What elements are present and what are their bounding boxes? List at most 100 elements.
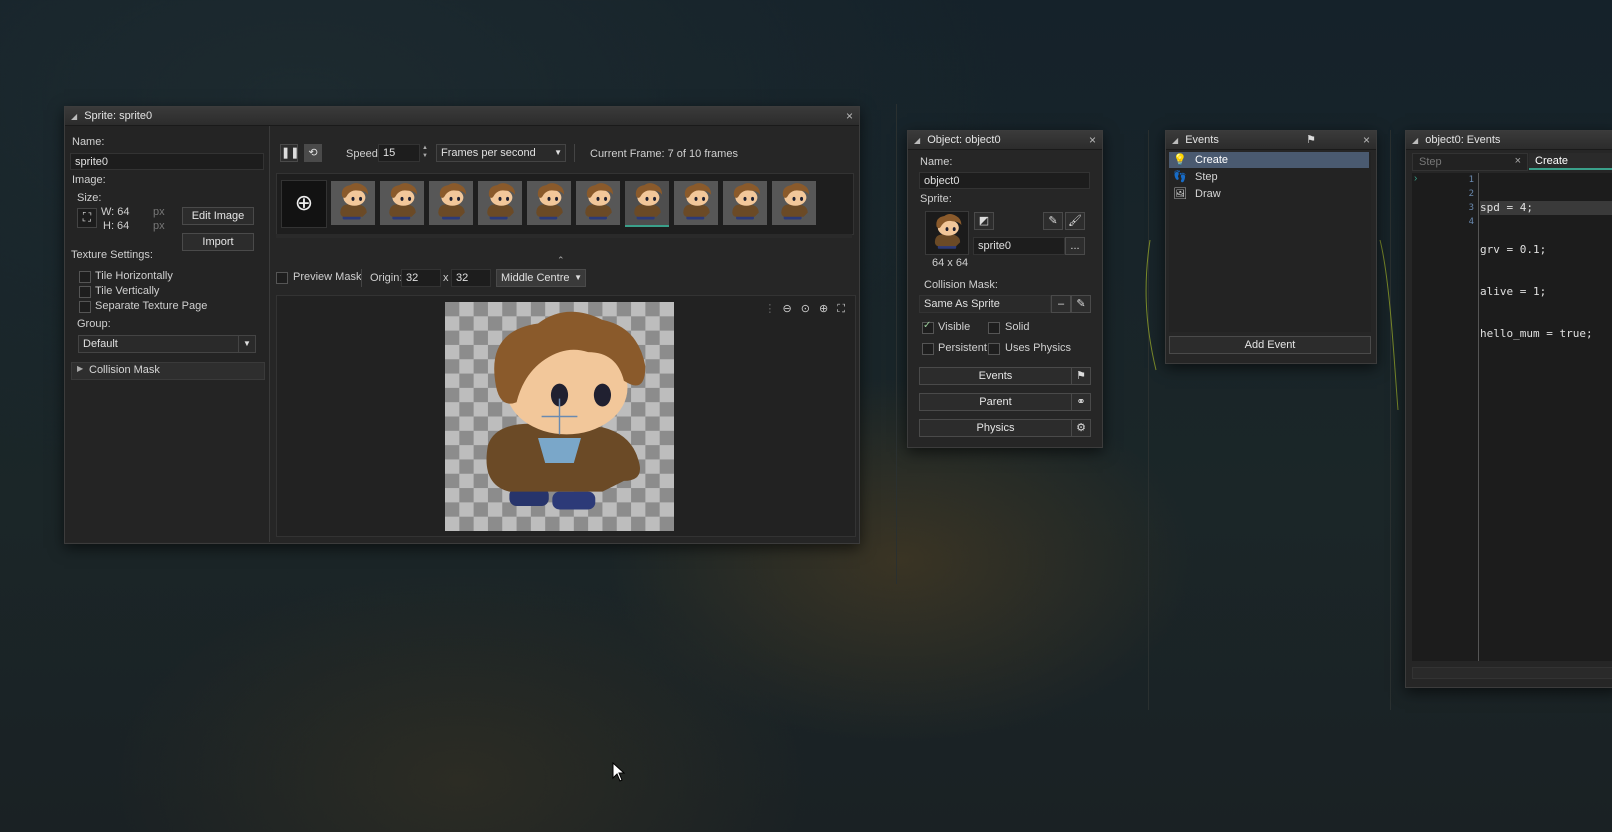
close-icon[interactable]: × [1089,131,1096,149]
frame-thumbnail[interactable] [625,181,669,227]
sprite-thumbnail[interactable] [925,211,969,255]
collapse-icon[interactable]: ◢ [1172,136,1178,145]
zoom-out-icon[interactable]: ⊖ [782,303,791,315]
resize-icon[interactable]: ⛶ [77,208,97,228]
code-area[interactable]: › 1 2 3 4 spd = 4; grv = 0.1; alive = 1;… [1412,173,1612,661]
name-label: Name: [72,136,105,148]
code-editor-titlebar[interactable]: ◢ object0: Events [1406,131,1612,150]
object-name-input[interactable]: object0 [919,172,1090,189]
paint-brush-icon[interactable]: 🖌 [1065,212,1085,230]
collision-edit-icon[interactable]: ✎ [1071,295,1091,313]
collapse-icon[interactable]: ◢ [1412,136,1418,145]
solid-checkbox[interactable] [988,322,1000,334]
origin-label: Origin: [370,272,403,284]
speed-spinner[interactable]: ▲ ▼ [420,144,430,162]
edit-image-button[interactable]: Edit Image [182,207,254,225]
origin-y-input[interactable]: 32 [451,269,491,287]
preview-mask-checkbox[interactable] [276,272,288,284]
collision-mask-select[interactable]: Same As Sprite [919,295,1051,313]
speed-input[interactable]: 15 [378,144,420,162]
loop-icon[interactable]: ⟲ [304,144,322,162]
sprite-properties-panel: Name: sprite0 Image: Size: ⛶ W: 64 H: 64… [65,126,270,542]
name-label: Name: [920,156,953,168]
persistent-checkbox[interactable] [922,343,934,355]
sprite-preview-image [445,302,674,531]
add-event-button[interactable]: Add Event [1169,336,1371,354]
edit-sprite-icon[interactable]: ✎ [1043,212,1063,230]
sprite-canvas[interactable]: ⋮ ⊖ ⊙ ⊕ ⛶ [276,295,856,537]
sprite-name-input[interactable]: sprite0 [70,153,264,170]
size-label: Size: [77,192,102,204]
collapse-icon[interactable]: ◢ [71,112,77,121]
events-button[interactable]: Events [919,367,1072,385]
tile-horizontally-checkbox[interactable] [79,271,91,283]
chevron-down-icon[interactable]: ▼ [574,270,582,286]
close-icon[interactable]: × [846,107,853,125]
flag-icon[interactable]: ⚑ [1071,367,1091,385]
object-editor-titlebar[interactable]: ◢ Object: object0 × [908,131,1102,150]
frame-thumbnail[interactable] [772,181,816,225]
fit-screen-icon[interactable]: ⛶ [837,303,845,315]
frame-thumbnail[interactable] [723,181,767,225]
uses-physics-label: Uses Physics [1005,342,1072,354]
height-unit: px [153,220,165,232]
physics-button[interactable]: Physics [919,419,1072,437]
event-label: Create [1195,154,1229,166]
chevron-down-icon[interactable]: ▼ [238,336,255,352]
object-editor-window: ◢ Object: object0 × Name: object0 Sprite… [907,130,1103,448]
tile-horizontally-label: Tile Horizontally [95,270,173,282]
code-editor-window: ◢ object0: Events Step × Create › 1 2 3 … [1405,130,1612,688]
frame-thumbnail[interactable] [380,181,424,225]
parent-button[interactable]: Parent [919,393,1072,411]
frame-thumbnail[interactable] [331,181,375,225]
frame-thumbnail[interactable] [576,181,620,225]
gear-icon[interactable]: ⚙ [1071,419,1091,437]
code-lines: spd = 4; grv = 0.1; alive = 1; hello_mum… [1480,173,1612,369]
frame-thumbnail[interactable] [527,181,571,225]
frame-thumbnail[interactable] [478,181,522,225]
collapse-up-icon[interactable]: ⌃ [557,255,565,266]
events-titlebar[interactable]: ◢ Events ⚑ × [1166,131,1376,150]
image-icon: 🖼 [1173,188,1187,200]
zoom-in-icon[interactable]: ⊕ [819,303,828,315]
new-sprite-icon[interactable]: ◩ [974,212,994,230]
close-icon[interactable]: × [1515,155,1521,167]
flag-icon: ⚑ [1306,134,1316,146]
event-item-step[interactable]: 👣 Step [1169,169,1369,185]
speed-unit-select[interactable]: Frames per second ▼ [436,144,566,162]
separate-texture-checkbox[interactable] [79,301,91,313]
collision-mask-section[interactable]: ▶ Collision Mask [71,362,265,380]
event-item-create[interactable]: 💡 Create [1169,152,1369,168]
tab-step[interactable]: Step × [1412,153,1528,171]
event-item-draw[interactable]: 🖼 Draw [1169,186,1369,202]
frame-strip-scrollbar[interactable] [276,234,852,238]
visible-checkbox[interactable] [922,320,934,334]
close-icon[interactable]: × [1363,131,1370,149]
code-scrollbar[interactable] [1412,667,1612,679]
current-frame-status: Current Frame: 7 of 10 frames [590,148,738,160]
pause-icon[interactable]: ❚❚ [280,144,299,162]
sprite-editor-titlebar[interactable]: ◢ Sprite: sprite0 × [65,107,859,126]
zoom-reset-icon[interactable]: ⊙ [801,303,810,315]
origin-preset-select[interactable]: Middle Centre ▼ [496,269,586,287]
collision-clear-button[interactable]: – [1051,295,1071,313]
expand-arrow-icon[interactable]: ▶ [77,364,83,373]
chevron-down-icon[interactable]: ▼ [554,145,562,161]
origin-x-input[interactable]: 32 [401,269,441,287]
add-frame-icon[interactable]: ⊕ [281,180,327,228]
frame-thumbnail[interactable] [429,181,473,225]
frame-thumbnail[interactable] [674,181,718,225]
width-unit: px [153,206,165,218]
group-select[interactable]: Default ▼ [78,335,256,353]
grip-icon: ⋮ [764,303,776,315]
collapse-icon[interactable]: ◢ [914,136,920,145]
height-value: H: 64 [103,220,130,232]
sprite-editor-window: ◢ Sprite: sprite0 × Name: sprite0 Image:… [64,106,860,544]
tab-create[interactable]: Create [1529,153,1612,170]
import-button[interactable]: Import [182,233,254,251]
parent-icon[interactable]: ⚭ [1071,393,1091,411]
tile-vertically-checkbox[interactable] [79,286,91,298]
sprite-select[interactable]: sprite0 [973,237,1065,255]
sprite-browse-button[interactable]: ... [1065,237,1085,255]
uses-physics-checkbox[interactable] [988,343,1000,355]
